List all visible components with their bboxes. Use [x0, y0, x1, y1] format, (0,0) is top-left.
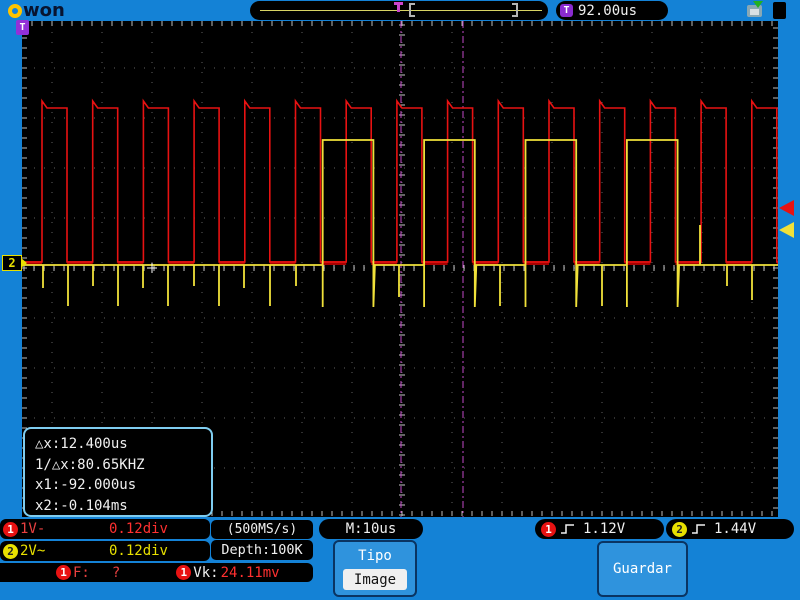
ch2-offset-value: 0.12div — [108, 543, 168, 559]
type-menu-label: Tipo — [358, 548, 392, 564]
ch1-info-readout: 1 1V- 0.12div — [0, 519, 210, 539]
image-option-selected[interactable]: Image — [343, 569, 407, 590]
save-button[interactable]: Guardar — [597, 541, 688, 597]
ch1-badge: 1 — [3, 521, 18, 537]
memory-depth-readout: Depth:100K — [211, 540, 313, 560]
trigger-time-value: 92.00us — [578, 2, 638, 19]
vk-value: 24.11mv — [220, 564, 280, 581]
vk-badge: 1 — [176, 565, 192, 580]
type-menu-button[interactable]: Tipo Image — [333, 540, 417, 597]
ch2-position-marker: 2 — [2, 255, 27, 271]
owon-logo: won — [8, 0, 65, 21]
measurement-dx: △x:12.400us — [35, 436, 128, 452]
freq-label: F: — [73, 564, 90, 581]
ch1-trigger-level-value: 1.12V — [583, 521, 626, 537]
right-frame — [778, 21, 800, 517]
trigger-time-readout: T 92.00us — [556, 1, 668, 20]
usb-plug-icon — [773, 2, 786, 19]
trigger-t-icon: T — [560, 4, 573, 17]
record-window-bracket-right-icon — [512, 3, 518, 17]
save-button-label: Guardar — [612, 561, 672, 577]
ch2-trigger-arrow-icon — [779, 222, 794, 238]
record-waveform-line — [260, 10, 542, 11]
usb-save-icon — [747, 1, 763, 17]
ch2-badge: 2 — [3, 543, 18, 559]
ch1-offset-value: 0.12div — [108, 521, 168, 537]
measurement-x1: x1:-92.000us — [35, 477, 137, 493]
vk-label: Vk: — [193, 564, 219, 581]
record-trigger-marker-icon — [394, 2, 403, 12]
ch2-scale-label: 2V~ — [20, 543, 46, 559]
trigger-position-icon: T — [16, 20, 29, 35]
freq-value: ? — [111, 564, 121, 581]
record-window-bracket-left-icon — [409, 3, 415, 17]
rising-edge-icon — [560, 522, 577, 536]
owon-logo-text: won — [23, 0, 65, 21]
oscilloscope-screen: won Stop T 92.00us T 2 △x:12.400us 1/△x:… — [0, 0, 800, 600]
timebase-readout: M:10us — [319, 519, 423, 539]
freq-badge: 1 — [56, 565, 71, 580]
ch2-trigger-level-value: 1.44V — [714, 521, 757, 537]
measurement-freq: 1/△x:80.65KHZ — [35, 456, 145, 473]
ch1-trigger-arrow-icon — [779, 200, 794, 216]
cursor-measurement-panel: △x:12.400us 1/△x:80.65KHZ x1:-92.000us x… — [23, 427, 213, 517]
measurement-x2: x2:-0.104ms — [35, 497, 128, 514]
ch1-trigger-level-readout: 1 1.12V — [535, 519, 664, 539]
owon-logo-o-icon — [8, 3, 22, 18]
sample-rate-readout: (500MS/s) — [211, 520, 313, 539]
ch2-info-readout: 2 2V~ 0.12div — [0, 541, 210, 561]
ch1-scale-label: 1V- — [20, 521, 46, 537]
ch2-trigger-badge: 2 — [672, 521, 687, 537]
ch2-trigger-level-readout: 2 1.44V — [666, 519, 794, 539]
ch1-trigger-badge: 1 — [541, 521, 556, 537]
measure-readout-bar: 1 F: ? 1 Vk: 24.11mv — [0, 563, 313, 582]
record-position-bar — [250, 1, 548, 20]
rising-edge-icon — [691, 522, 708, 536]
